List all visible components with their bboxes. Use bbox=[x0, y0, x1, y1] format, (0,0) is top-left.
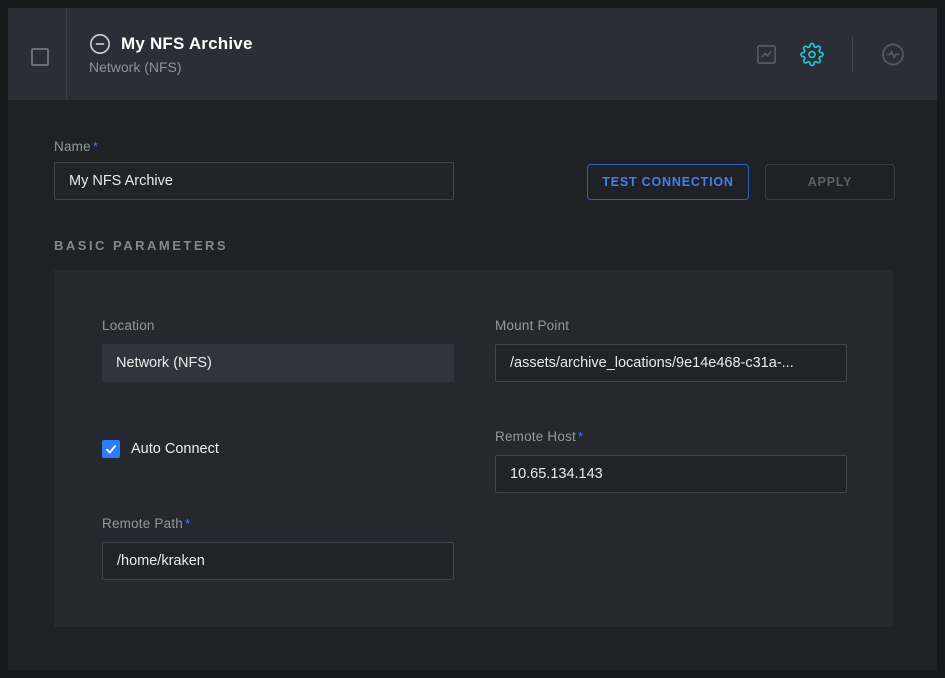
auto-connect-label: Auto Connect bbox=[131, 441, 219, 457]
mount-point-label: Mount Point bbox=[495, 318, 569, 333]
remote-host-input[interactable] bbox=[495, 455, 847, 493]
metrics-chart-icon[interactable] bbox=[754, 42, 778, 66]
basic-parameters-panel: Location Mount Point Auto Connect bbox=[54, 270, 893, 627]
card-body: Name* TEST CONNECTION APPLY BASIC PARAME… bbox=[8, 100, 937, 670]
test-connection-button[interactable]: TEST CONNECTION bbox=[587, 164, 749, 200]
required-marker: * bbox=[578, 429, 583, 444]
required-marker: * bbox=[93, 139, 98, 154]
apply-button[interactable]: APPLY bbox=[765, 164, 895, 200]
location-label: Location bbox=[102, 318, 155, 333]
header-divider-right bbox=[852, 36, 853, 72]
basic-parameters-section-title: BASIC PARAMETERS bbox=[54, 238, 228, 253]
location-input[interactable] bbox=[102, 344, 454, 382]
auto-connect-checkbox[interactable] bbox=[102, 440, 120, 458]
remote-path-label: Remote Path* bbox=[102, 516, 190, 531]
name-input[interactable] bbox=[54, 162, 454, 200]
settings-gear-icon[interactable] bbox=[800, 42, 824, 66]
card-header: My NFS Archive Network (NFS) bbox=[8, 8, 937, 100]
title-block: My NFS Archive Network (NFS) bbox=[89, 33, 253, 75]
header-actions bbox=[754, 36, 905, 72]
remote-host-label: Remote Host* bbox=[495, 429, 583, 444]
remote-path-input[interactable] bbox=[102, 542, 454, 580]
name-label: Name* bbox=[54, 139, 98, 154]
activity-pulse-icon[interactable] bbox=[881, 42, 905, 66]
card-title: My NFS Archive bbox=[121, 34, 253, 54]
mount-point-input[interactable] bbox=[495, 344, 847, 382]
archive-settings-card: My NFS Archive Network (NFS) bbox=[8, 8, 937, 670]
header-divider-left bbox=[66, 8, 67, 100]
select-checkbox[interactable] bbox=[31, 48, 49, 66]
required-marker: * bbox=[185, 516, 190, 531]
card-subtitle: Network (NFS) bbox=[89, 59, 253, 75]
collapse-minus-circle-icon[interactable] bbox=[89, 33, 111, 55]
auto-connect-checkbox-row[interactable]: Auto Connect bbox=[102, 440, 219, 458]
